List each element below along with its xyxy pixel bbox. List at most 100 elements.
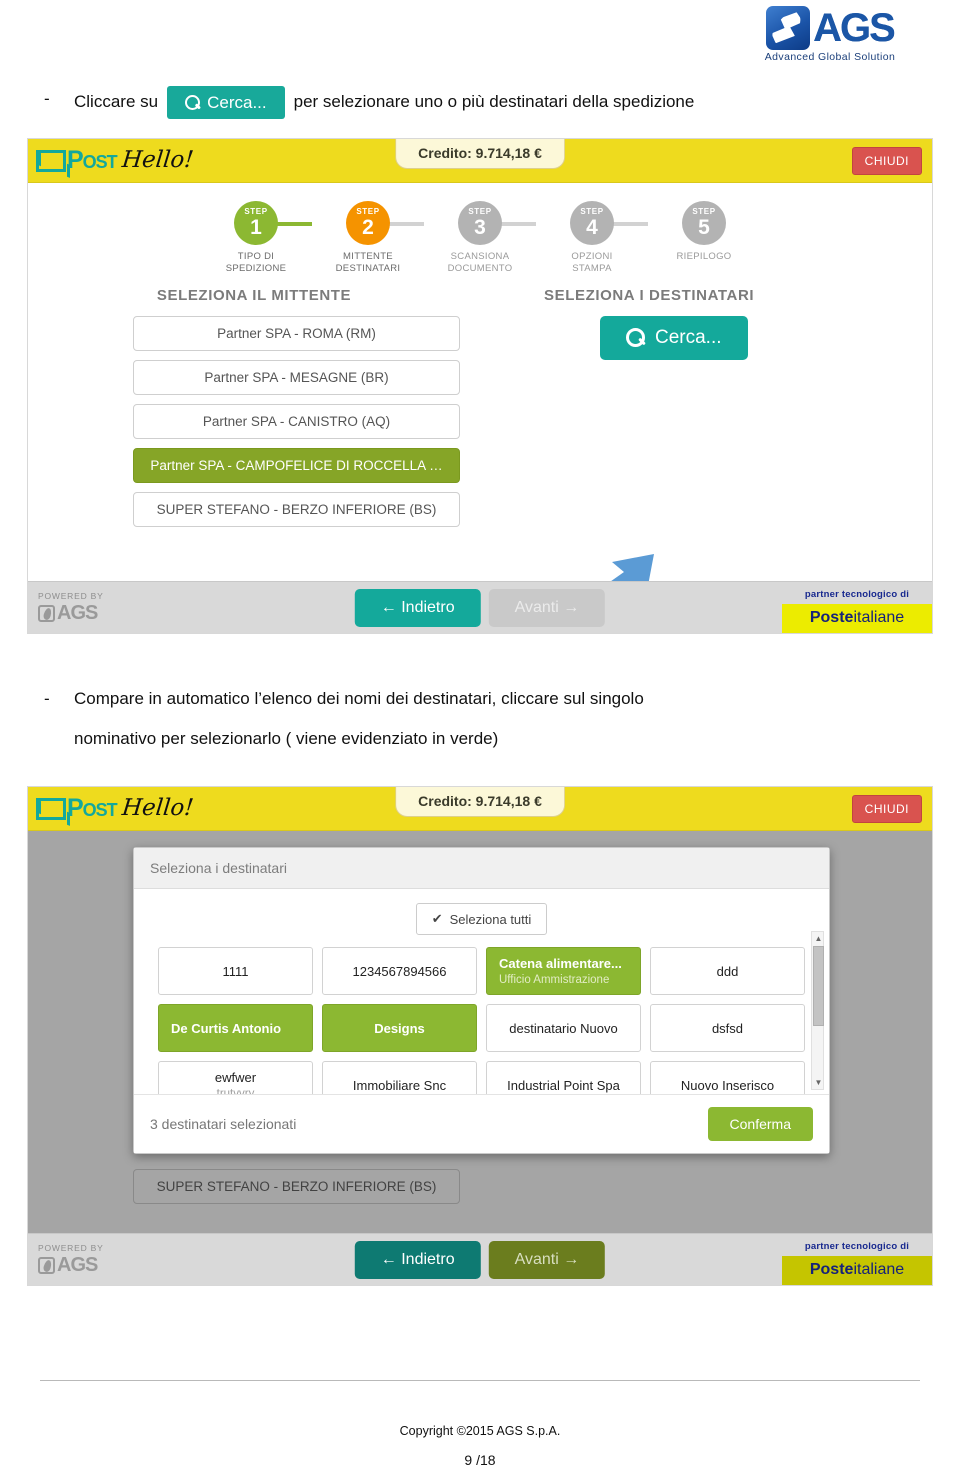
posthello-logo: Post Hello! — [36, 146, 195, 174]
recipient-card[interactable]: 1234567894566 — [322, 947, 477, 995]
step-3[interactable]: STEP 3 SCANSIONA DOCUMENTO — [368, 201, 536, 275]
step-4-label-l1: OPZIONI — [571, 251, 613, 262]
recipient-sub: Ufficio Ammistrazione — [499, 974, 610, 986]
modal-scrollbar[interactable]: ▲ ▼ — [811, 931, 824, 1090]
scrollbar-thumb[interactable] — [813, 946, 824, 1026]
poste-italiane-logo: Posteitaliane — [782, 604, 932, 633]
app-body: STEP 1 TIPO DI SPEDIZIONE STEP 2 MITTENTE DE… — [28, 183, 932, 633]
search-recipients-button[interactable]: Cerca... — [600, 315, 748, 360]
close-button[interactable]: CHIUDI — [851, 147, 922, 175]
ags-footer-mark-icon — [38, 1256, 55, 1274]
nav-buttons: ← Indietro Avanti → — [354, 588, 606, 627]
step-2[interactable]: STEP 2 MITTENTE DESTINATARI — [256, 201, 424, 275]
bullet-dash: - — [44, 89, 50, 108]
sender-option-4-selected[interactable]: Partner SPA - CAMPOFELICE DI ROCCELLA … — [133, 447, 460, 483]
app-footer: POWERED BY AGS ← Indietro Avanti → partn… — [28, 1233, 932, 1285]
recipient-card[interactable]: Industrial Point Spa — [486, 1061, 641, 1094]
step-indicator: STEP 1 TIPO DI SPEDIZIONE STEP 2 MITTENTE DE… — [28, 183, 932, 281]
envelope-icon — [36, 149, 66, 172]
step-5[interactable]: STEP 5 RIEPILOGO — [592, 201, 760, 263]
sender-option-1[interactable]: Partner SPA - ROMA (RM) — [133, 315, 460, 351]
recipient-card[interactable]: dsfsd — [650, 1004, 805, 1052]
sender-heading: SELEZIONA IL MITTENTE — [156, 286, 352, 304]
recipient-card-selected[interactable]: Catena alimentare... Ufficio Ammistrazion… — [486, 947, 641, 995]
step-1[interactable]: STEP 1 TIPO DI SPEDIZIONE — [200, 201, 312, 275]
recipient-card-selected[interactable]: De Curtis Antonio — [158, 1004, 313, 1052]
step-1-label-l1: TIPO DI — [237, 251, 275, 262]
ags-mark-icon — [766, 6, 811, 50]
partner-label: partner tecnologico di — [804, 589, 910, 600]
logo-post-text: Post — [67, 146, 118, 174]
recipient-card[interactable]: ddd — [650, 947, 805, 995]
check-icon: ✔ — [431, 911, 443, 926]
recipient-card[interactable]: destinatario Nuovo — [486, 1004, 641, 1052]
recipient-name: Immobiliare Snc — [352, 1077, 447, 1093]
next-button[interactable]: Avanti → — [488, 1240, 606, 1279]
recipient-card[interactable]: 1111 — [158, 947, 313, 995]
recipient-card[interactable]: Immobiliare Snc — [322, 1061, 477, 1094]
confirm-button[interactable]: Conferma — [707, 1107, 813, 1141]
poste-bold: Poste — [809, 609, 854, 626]
ags-tagline: Advanced Global Solution — [764, 51, 896, 63]
ags-page-logo: AGS Advanced Global Solution — [740, 6, 920, 63]
page-number: 9 /18 — [464, 1452, 496, 1468]
select-all-button[interactable]: ✔ Seleziona tutti — [415, 903, 548, 935]
sender-option-3[interactable]: Partner SPA - CANISTRO (AQ) — [133, 403, 460, 439]
poste-bold: Poste — [809, 1261, 854, 1278]
selection-columns: SELEZIONA IL MITTENTE Partner SPA - ROMA… — [28, 281, 932, 536]
bullet-dash: - — [44, 689, 50, 708]
recipient-name: De Curtis Antonio — [171, 1020, 282, 1036]
cerca-chip: Cerca... — [167, 86, 285, 119]
step-2-label-l1: MITTENTE — [343, 251, 393, 262]
page-divider — [40, 1380, 920, 1381]
back-button[interactable]: ← Indietro — [354, 588, 481, 627]
powered-by-block: POWERED BY AGS — [38, 590, 104, 625]
logo-hello-text: Hello! — [120, 147, 195, 173]
ags-footer-text: AGS — [57, 602, 98, 625]
recipient-name: ewfwer — [214, 1070, 257, 1085]
recipient-name: destinatario Nuovo — [509, 1020, 618, 1036]
sender-option-5[interactable]: SUPER STEFANO - BERZO INFERIORE (BS) — [133, 491, 460, 527]
instruction-1-before: Cliccare su — [74, 92, 159, 112]
step-2-word: STEP — [356, 207, 380, 216]
sender-option-2[interactable]: Partner SPA - MESAGNE (BR) — [133, 359, 460, 395]
modal-title: Seleziona i destinatari — [134, 848, 829, 889]
logo-hello-text: Hello! — [120, 795, 195, 821]
ags-footer-text: AGS — [57, 1254, 98, 1277]
step-1-label-l2: SPEDIZIONE — [225, 262, 287, 274]
scroll-down-icon[interactable]: ▼ — [813, 1077, 824, 1088]
recipient-card-selected[interactable]: Designs — [322, 1004, 477, 1052]
recipient-name: Designs — [374, 1020, 425, 1036]
credit-badge: Credito: 9.714,18 € — [395, 139, 565, 169]
step-1-word: STEP — [244, 207, 268, 216]
next-button[interactable]: Avanti → — [488, 588, 606, 627]
scroll-up-icon[interactable]: ▲ — [813, 933, 824, 944]
recipient-card[interactable]: ewfwer trutvvry — [158, 1061, 313, 1094]
recipient-name: Nuovo Inserisco — [680, 1077, 775, 1093]
step-4[interactable]: STEP 4 OPZIONI STAMPA — [480, 201, 648, 275]
partner-block: partner tecnologico di Posteitaliane — [782, 582, 932, 633]
instruction-line-2: - Compare in automatico l’elenco dei nom… — [44, 686, 934, 753]
copyright-text: Copyright ©2015 AGS S.p.A. — [399, 1424, 561, 1438]
search-icon — [626, 328, 645, 348]
partner-block: partner tecnologico di Posteitaliane — [782, 1234, 932, 1285]
back-button[interactable]: ← Indietro — [354, 1240, 481, 1279]
recipient-sub: trutvvry — [216, 1088, 255, 1094]
step-4-number: 4 — [586, 216, 598, 239]
modal-body: ✔ Seleziona tutti 1111 1234567894566 Cat… — [134, 889, 829, 1094]
powered-by-label: POWERED BY — [38, 590, 104, 601]
sender-column: SELEZIONA IL MITTENTE Partner SPA - ROMA… — [28, 287, 480, 536]
recipient-name: dsfsd — [711, 1020, 744, 1036]
poste-rest: italiane — [853, 609, 905, 626]
search-icon — [185, 95, 201, 110]
recipient-card[interactable]: Nuovo Inserisco — [650, 1061, 805, 1094]
credit-badge: Credito: 9.714,18 € — [395, 787, 565, 817]
nav-buttons: ← Indietro Avanti → — [354, 1240, 606, 1279]
step-5-word: STEP — [692, 207, 716, 216]
app-header: Post Hello! Credito: 9.714,18 € CHIUDI — [28, 139, 932, 183]
ags-footer-mark-icon — [38, 604, 55, 622]
powered-by-label: POWERED BY — [38, 1242, 104, 1253]
recipient-column: SELEZIONA I DESTINATARI Cerca... — [480, 287, 932, 536]
close-button[interactable]: CHIUDI — [851, 795, 922, 823]
instruction-1-after: per selezionare uno o più destinatari de… — [293, 92, 695, 112]
